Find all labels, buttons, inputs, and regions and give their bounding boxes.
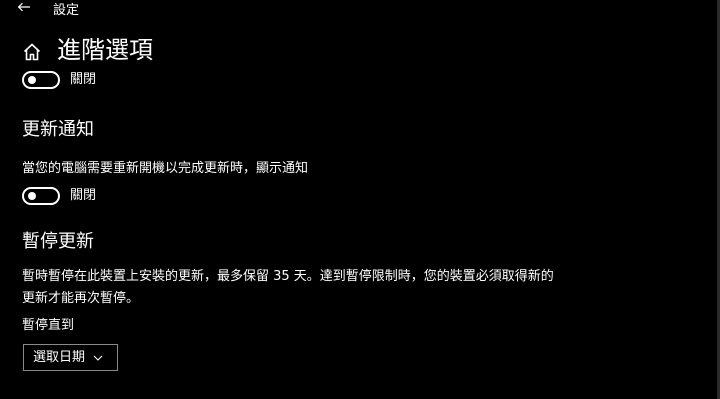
back-button[interactable]: [14, 0, 34, 14]
pause-date-select[interactable]: 選取日期: [23, 344, 118, 371]
pause-updates-description-line2: 更新才能再次暫停。: [22, 291, 140, 306]
date-select-value: 選取日期: [33, 349, 86, 365]
back-arrow-icon: [17, 2, 30, 12]
page-title: 進階選項: [57, 36, 153, 64]
pause-updates-description-line1: 暫時暫停在此裝置上安裝的更新，最多保留 35 天。達到暫停限制時，您的裝置必須取…: [22, 269, 554, 284]
toggle-knob: [28, 76, 36, 84]
update-notifications-toggle-switch[interactable]: [22, 187, 60, 205]
chevron-down-icon: [93, 355, 103, 361]
update-notifications-description: 當您的電腦需要重新開機以完成更新時，顯示通知: [22, 161, 309, 176]
pause-updates-heading: 暫停更新: [22, 231, 94, 252]
pause-until-label: 暫停直到: [22, 318, 75, 333]
toggle-state-label: 關閉: [70, 188, 97, 203]
top-toggle-row: 關閉: [22, 71, 96, 89]
toggle-state-label: 關閉: [70, 72, 97, 87]
toggle-knob: [28, 192, 36, 200]
settings-page: 設定 進階選項 關閉 更新通知 當您的電腦需要重新開機以完成更新時，顯示通知 關…: [0, 0, 720, 399]
top-toggle-switch[interactable]: [22, 71, 60, 89]
update-notifications-toggle-row: 關閉: [22, 187, 96, 205]
update-notifications-heading: 更新通知: [22, 119, 94, 140]
home-icon[interactable]: [22, 42, 42, 62]
window-title: 設定: [53, 3, 80, 18]
